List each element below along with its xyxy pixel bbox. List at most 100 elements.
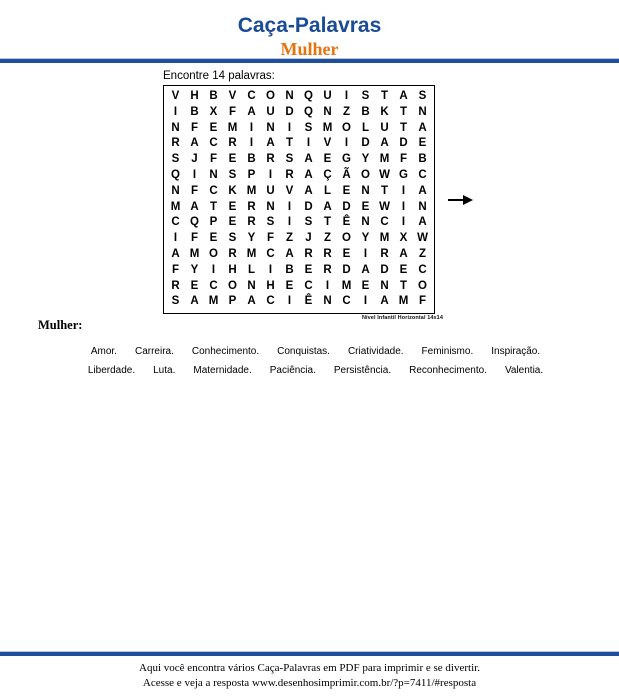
grid-cell[interactable]: S [413, 89, 432, 105]
word-list-item[interactable]: Maternidade. [184, 361, 260, 380]
grid-cell[interactable]: Y [242, 231, 261, 247]
grid-cell[interactable]: Ç [318, 168, 337, 184]
grid-cell[interactable]: T [375, 184, 394, 200]
grid-cell[interactable]: I [242, 136, 261, 152]
grid-cell[interactable]: C [299, 279, 318, 295]
grid-cell[interactable]: O [204, 247, 223, 263]
grid-cell[interactable]: E [413, 136, 432, 152]
word-list-item[interactable]: Inspiração. [482, 342, 549, 361]
grid-cell[interactable]: O [356, 168, 375, 184]
grid-cell[interactable]: D [299, 200, 318, 216]
grid-cell[interactable]: T [318, 215, 337, 231]
grid-cell[interactable]: I [166, 231, 185, 247]
grid-cell[interactable]: M [375, 231, 394, 247]
grid-cell[interactable]: B [356, 105, 375, 121]
grid-cell[interactable]: T [394, 121, 413, 137]
grid-cell[interactable]: A [413, 184, 432, 200]
grid-cell[interactable]: I [394, 184, 413, 200]
word-list-item[interactable]: Amor. [82, 342, 126, 361]
grid-cell[interactable]: I [356, 294, 375, 310]
grid-cell[interactable]: O [261, 89, 280, 105]
grid-cell[interactable]: H [223, 263, 242, 279]
grid-cell[interactable]: R [318, 263, 337, 279]
grid-cell[interactable]: F [166, 263, 185, 279]
grid-cell[interactable]: P [204, 215, 223, 231]
grid-cell[interactable]: Ê [337, 215, 356, 231]
grid-cell[interactable]: M [394, 294, 413, 310]
grid-cell[interactable]: R [299, 247, 318, 263]
grid-cell[interactable]: M [204, 294, 223, 310]
grid-cell[interactable]: R [242, 215, 261, 231]
grid-cell[interactable]: R [242, 200, 261, 216]
grid-cell[interactable]: B [413, 152, 432, 168]
grid-cell[interactable]: V [280, 184, 299, 200]
grid-cell[interactable]: H [185, 89, 204, 105]
grid-cell[interactable]: A [394, 247, 413, 263]
grid-cell[interactable]: I [337, 89, 356, 105]
grid-cell[interactable]: N [261, 200, 280, 216]
grid-cell[interactable]: X [204, 105, 223, 121]
grid-cell[interactable]: B [185, 105, 204, 121]
grid-cell[interactable]: G [394, 168, 413, 184]
grid-cell[interactable]: V [318, 136, 337, 152]
grid-cell[interactable]: Ê [299, 294, 318, 310]
grid-cell[interactable]: Y [356, 152, 375, 168]
grid-cell[interactable]: R [223, 247, 242, 263]
grid-cell[interactable]: F [223, 105, 242, 121]
grid-cell[interactable]: P [242, 168, 261, 184]
grid-cell[interactable]: I [280, 215, 299, 231]
grid-cell[interactable]: Ã [337, 168, 356, 184]
grid-cell[interactable]: M [375, 152, 394, 168]
word-list-item[interactable]: Luta. [144, 361, 184, 380]
grid-cell[interactable]: O [413, 279, 432, 295]
grid-cell[interactable]: N [242, 279, 261, 295]
grid-cell[interactable]: E [337, 247, 356, 263]
grid-cell[interactable]: S [356, 89, 375, 105]
word-list-item[interactable]: Valentia. [496, 361, 552, 380]
grid-cell[interactable]: T [280, 136, 299, 152]
grid-cell[interactable]: A [375, 136, 394, 152]
grid-cell[interactable]: J [299, 231, 318, 247]
grid-cell[interactable]: D [337, 263, 356, 279]
grid-cell[interactable]: R [318, 247, 337, 263]
grid-cell[interactable]: C [204, 279, 223, 295]
grid-cell[interactable]: C [204, 184, 223, 200]
grid-cell[interactable]: N [318, 294, 337, 310]
grid-cell[interactable]: Q [299, 89, 318, 105]
word-search-grid[interactable]: VHBVCONQUISTASIBXFAUDQNZBKTNNFEMINISMOLU… [163, 85, 435, 315]
grid-cell[interactable]: M [242, 184, 261, 200]
grid-cell[interactable]: R [280, 168, 299, 184]
grid-cell[interactable]: E [223, 215, 242, 231]
grid-cell[interactable]: T [204, 200, 223, 216]
grid-cell[interactable]: I [280, 121, 299, 137]
grid-cell[interactable]: E [280, 279, 299, 295]
grid-cell[interactable]: Z [337, 105, 356, 121]
grid-cell[interactable]: N [166, 121, 185, 137]
grid-cell[interactable]: N [356, 184, 375, 200]
grid-cell[interactable]: L [242, 263, 261, 279]
word-list-item[interactable]: Carreira. [126, 342, 183, 361]
grid-cell[interactable]: F [413, 294, 432, 310]
grid-cell[interactable]: A [299, 152, 318, 168]
grid-cell[interactable]: R [223, 136, 242, 152]
grid-cell[interactable]: I [280, 294, 299, 310]
grid-cell[interactable]: A [242, 105, 261, 121]
grid-cell[interactable]: M [242, 247, 261, 263]
grid-cell[interactable]: S [223, 168, 242, 184]
grid-cell[interactable]: Z [318, 231, 337, 247]
grid-cell[interactable]: E [299, 263, 318, 279]
grid-cell[interactable]: I [394, 215, 413, 231]
grid-cell[interactable]: N [261, 121, 280, 137]
grid-cell[interactable]: K [375, 105, 394, 121]
grid-cell[interactable]: A [413, 215, 432, 231]
grid-cell[interactable]: D [394, 136, 413, 152]
grid-cell[interactable]: E [223, 152, 242, 168]
grid-cell[interactable]: O [337, 231, 356, 247]
grid-cell[interactable]: W [413, 231, 432, 247]
grid-cell[interactable]: M [223, 121, 242, 137]
grid-cell[interactable]: B [204, 89, 223, 105]
grid-cell[interactable]: A [166, 247, 185, 263]
grid-cell[interactable]: T [375, 89, 394, 105]
word-list-item[interactable]: Feminismo. [413, 342, 483, 361]
grid-cell[interactable]: R [375, 247, 394, 263]
